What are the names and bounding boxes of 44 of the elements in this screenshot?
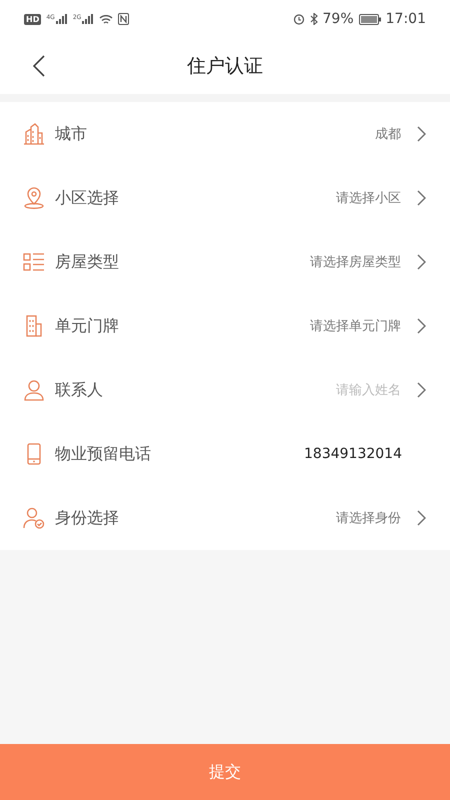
person-icon xyxy=(23,379,45,401)
form-row[interactable]: 单元门牌 请选择单元门牌 xyxy=(0,294,450,358)
signal-icon xyxy=(82,14,94,24)
signal-icon xyxy=(56,14,68,24)
name-input[interactable]: 请输入姓名 xyxy=(301,382,401,398)
row-label: 联系人 xyxy=(55,380,103,400)
phone-number: 18349132014 xyxy=(304,446,402,462)
form-row[interactable]: 物业预留电话 18349132014 xyxy=(0,422,450,486)
chevron-right-icon xyxy=(417,382,426,398)
form-row[interactable]: 城市 成都 xyxy=(0,102,450,166)
page-title: 住户认证 xyxy=(186,54,264,79)
selection-value: 成都 xyxy=(375,126,401,143)
clock-time: 17:01 xyxy=(386,11,426,27)
selection-value: 请选择小区 xyxy=(336,190,401,207)
row-label: 房屋类型 xyxy=(55,252,119,272)
row-label: 城市 xyxy=(55,124,87,144)
row-label: 单元门牌 xyxy=(55,316,119,336)
chevron-right-icon xyxy=(417,510,426,526)
battery-icon xyxy=(358,14,381,24)
row-label: 身份选择 xyxy=(55,508,119,528)
form-row[interactable]: 房屋类型 请选择房屋类型 xyxy=(0,230,450,294)
back-icon[interactable] xyxy=(33,55,45,77)
selection-value: 请选择单元门牌 xyxy=(310,318,401,335)
wifi-icon xyxy=(99,14,114,24)
selection-value: 请选择身份 xyxy=(336,510,401,527)
nfc-icon xyxy=(118,13,130,25)
row-label: 小区选择 xyxy=(55,188,119,208)
battery-percent: 79% xyxy=(322,11,354,27)
chevron-right-icon xyxy=(417,254,426,270)
chevron-right-icon xyxy=(417,126,426,142)
building-icon xyxy=(23,123,45,145)
row-label: 物业预留电话 xyxy=(55,444,151,464)
person-check-icon xyxy=(23,507,45,529)
selection-value: 请选择房屋类型 xyxy=(310,254,401,271)
hd-badge: HD xyxy=(24,14,42,24)
list-icon xyxy=(23,251,45,273)
location-pin-icon xyxy=(23,187,45,209)
form-row[interactable]: 联系人 请输入姓名 xyxy=(0,358,450,422)
alarm-icon xyxy=(292,13,305,25)
chevron-right-icon xyxy=(417,190,426,206)
form-row[interactable]: 身份选择 请选择身份 xyxy=(0,486,450,550)
form-row[interactable]: 小区选择 请选择小区 xyxy=(0,166,450,230)
chevron-right-icon xyxy=(417,318,426,334)
bluetooth-icon xyxy=(310,13,318,25)
